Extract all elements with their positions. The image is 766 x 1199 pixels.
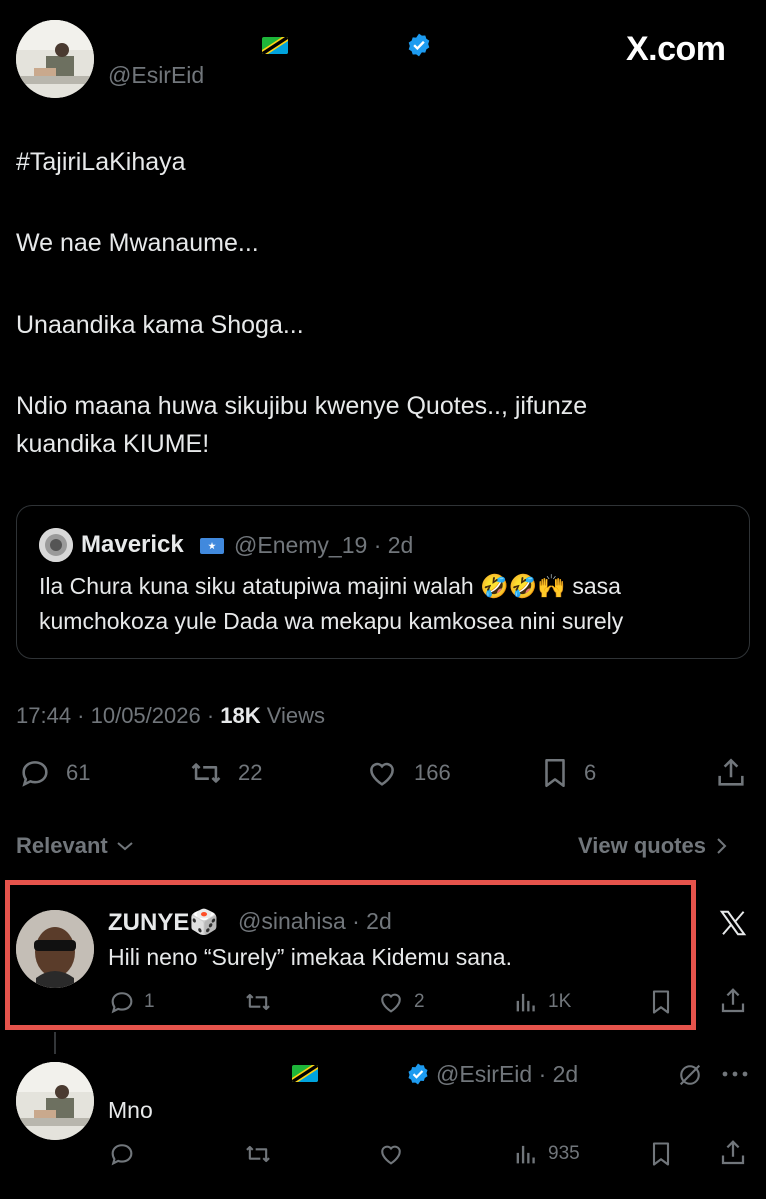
reply-icon xyxy=(18,756,52,790)
view-quotes-label: View quotes xyxy=(578,833,706,858)
quote-text-line-2: kumchokoza yule Dada wa mekapu kamkosea … xyxy=(39,608,624,634)
reply1-name[interactable]: ZUNYE🎲 xyxy=(108,908,219,937)
analytics-icon xyxy=(512,988,540,1016)
reply-icon[interactable] xyxy=(108,1140,136,1168)
reply1-reply-action[interactable]: 1 xyxy=(108,988,155,1016)
tweet-line-4: kuandika KIUME! xyxy=(16,430,210,458)
quote-author-avatar xyxy=(39,528,73,562)
reply-icon xyxy=(108,988,136,1016)
quote-text-line-1: Ila Chura kuna siku atatupiwa majini wal… xyxy=(39,573,621,599)
quoted-tweet[interactable]: Maverick @Enemy_19 · 2d Ila Chura kuna s… xyxy=(16,505,750,659)
share-icon[interactable] xyxy=(718,986,748,1016)
views-count: 18K xyxy=(220,703,261,728)
bookmark-action[interactable]: 6 xyxy=(540,756,596,790)
more-options-icon[interactable] xyxy=(722,1070,748,1078)
like-count: 166 xyxy=(414,760,451,785)
views-label: Views xyxy=(260,703,326,728)
reply-count: 61 xyxy=(66,760,91,785)
x-logo-icon[interactable] xyxy=(718,908,748,938)
repost-icon[interactable] xyxy=(242,1140,274,1168)
chevron-right-icon xyxy=(716,837,728,855)
share-icon[interactable] xyxy=(714,756,748,790)
heart-icon xyxy=(364,756,400,790)
reply1-reply-count: 1 xyxy=(144,991,155,1012)
reply1-like-count: 2 xyxy=(414,991,425,1012)
reply2-views-action[interactable]: 935 xyxy=(512,1140,580,1168)
reply-action[interactable]: 61 xyxy=(18,756,90,790)
verified-badge-icon xyxy=(406,32,432,58)
reply1-views-action[interactable]: 1K xyxy=(512,988,571,1016)
chevron-down-icon xyxy=(116,839,134,853)
reply2-handle-time: @EsirEid · 2d xyxy=(436,1061,579,1087)
author-handle[interactable]: @EsirEid xyxy=(108,62,204,89)
thread-line xyxy=(54,1032,56,1054)
author-avatar[interactable] xyxy=(16,20,94,98)
hashtag-link[interactable]: #TajiriLaKihaya xyxy=(16,143,186,181)
heart-icon xyxy=(376,988,406,1016)
view-quotes-link[interactable]: View quotes xyxy=(578,833,728,859)
reply2-avatar[interactable] xyxy=(16,1062,94,1140)
relevant-dropdown[interactable]: Relevant xyxy=(16,833,134,859)
grok-icon[interactable] xyxy=(676,1061,704,1089)
bookmark-icon[interactable] xyxy=(648,1140,674,1168)
reply1-views-count: 1K xyxy=(548,991,572,1012)
reply1-handle-time: @sinahisa · 2d xyxy=(238,908,392,934)
share-icon[interactable] xyxy=(718,1138,748,1168)
bookmark-icon xyxy=(540,756,570,790)
reply1-like-action[interactable]: 2 xyxy=(376,988,425,1016)
tweet-meta: 17:44 · 10/05/2026 · 18K Views xyxy=(16,703,325,729)
somalia-flag-icon xyxy=(200,537,224,554)
repost-icon xyxy=(188,756,224,790)
site-logo: X.com xyxy=(626,30,726,68)
reply1-text: Hili neno “Surely” imekaa Kidemu sana. xyxy=(108,944,512,970)
tweet-line-3: Ndio maana huwa sikujibu kwenye Quotes..… xyxy=(16,392,588,420)
bookmark-icon[interactable] xyxy=(648,988,674,1016)
repost-action[interactable]: 22 xyxy=(188,756,262,790)
tanzania-flag-icon xyxy=(292,1065,319,1083)
repost-icon[interactable] xyxy=(242,988,274,1016)
reply1-avatar[interactable] xyxy=(16,910,94,988)
like-action[interactable]: 166 xyxy=(364,756,451,790)
tweet-line-2: Unaandika kama Shoga... xyxy=(16,311,304,339)
reply2-text: Mno xyxy=(108,1097,153,1123)
tweet-line-1: We nae Mwanaume... xyxy=(16,229,259,257)
relevant-label: Relevant xyxy=(16,833,108,858)
quote-handle-time: @Enemy_19 · 2d xyxy=(234,532,414,558)
tweet-timestamp[interactable]: 17:44 · 10/05/2026 · xyxy=(16,703,220,728)
quote-author-name: Maverick xyxy=(81,531,184,558)
verified-badge-icon xyxy=(406,1062,430,1086)
tanzania-flag-icon xyxy=(262,37,288,55)
analytics-icon xyxy=(512,1140,540,1168)
repost-count: 22 xyxy=(238,760,263,785)
bookmark-count: 6 xyxy=(584,760,597,785)
heart-icon[interactable] xyxy=(376,1140,406,1168)
reply2-views-count: 935 xyxy=(548,1143,580,1164)
